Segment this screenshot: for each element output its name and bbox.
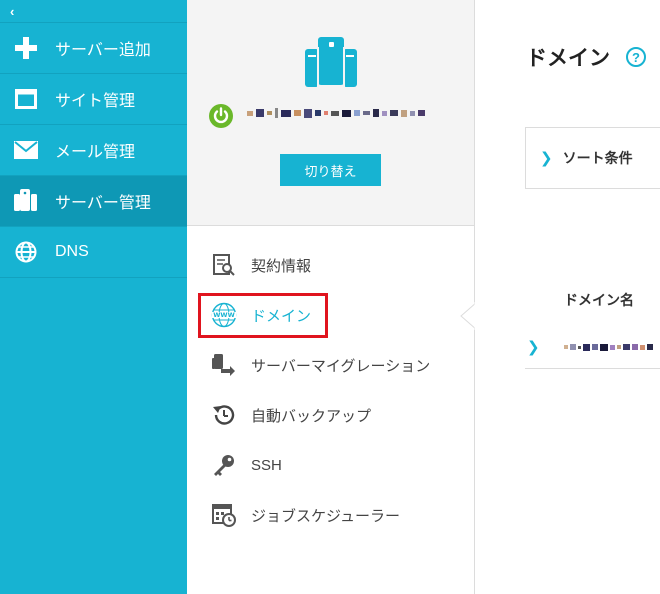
switch-server-button[interactable]: 切り替え [280, 154, 381, 186]
page-title-text: ドメイン [526, 47, 610, 70]
server-icon [13, 188, 39, 214]
window-icon [13, 86, 39, 112]
menu-item-label: ドメイン [251, 307, 312, 325]
sidebar-item-label: サーバー管理 [55, 195, 151, 212]
menu-item-label: サーバーマイグレーション [251, 357, 431, 375]
chevron-left-icon: ‹ [10, 3, 15, 19]
domain-name-redacted [563, 343, 653, 351]
sidebar-item-site-management[interactable]: サイト管理 [0, 74, 187, 125]
column-header-domain-name[interactable]: ドメイン名 [564, 290, 634, 310]
sidebar-item-label: サイト管理 [55, 93, 136, 110]
table-row[interactable]: ❯ [525, 326, 660, 369]
mail-icon [13, 137, 39, 163]
server-menu: 契約情報 WWW ドメイン サーバーマイグレーション 自動バックアップ SSH [187, 240, 475, 540]
server-large-icon [305, 37, 357, 87]
sidebar-item-label: DNS [55, 243, 89, 260]
chevron-right-icon: ❯ [540, 150, 553, 167]
menu-item-server-migration[interactable]: サーバーマイグレーション [187, 340, 475, 390]
sidebar-item-server-management[interactable]: サーバー管理 [0, 176, 187, 227]
calendar-clock-icon [211, 502, 237, 528]
menu-item-label: SSH [251, 456, 282, 474]
help-icon[interactable]: ? [626, 47, 646, 67]
globe-icon [13, 239, 39, 265]
plus-icon [13, 35, 39, 61]
backup-clock-icon [211, 402, 237, 428]
page-title: ドメイン ? [526, 42, 646, 72]
server-menu-panel: 切り替え 契約情報 WWW ドメイン サーバーマイグレーション 自動バックアップ [187, 0, 475, 594]
server-name-redacted [247, 108, 425, 118]
menu-item-label: 自動バックアップ [251, 407, 372, 425]
chevron-right-icon[interactable]: ❯ [527, 338, 540, 356]
server-summary: 切り替え [187, 0, 474, 226]
menu-item-contract-info[interactable]: 契約情報 [187, 240, 475, 290]
svg-text:WWW: WWW [213, 311, 235, 319]
sidebar-collapse-button[interactable]: ‹ [0, 0, 187, 23]
sidebar-item-label: メール管理 [55, 144, 136, 161]
www-icon: WWW [211, 302, 237, 328]
menu-item-label: ジョブスケジューラー [251, 507, 400, 525]
sort-label: ソート条件 [562, 150, 633, 166]
key-icon [211, 452, 237, 478]
power-status-icon [209, 104, 233, 128]
sidebar: ‹ サーバー追加 サイト管理 メール管理 サーバー管理 DNS [0, 0, 187, 594]
menu-item-domain[interactable]: WWW ドメイン [187, 290, 475, 340]
main-content: ドメイン ? ❯ ソート条件 ドメイン名 ❯ [476, 0, 660, 594]
menu-item-job-scheduler[interactable]: ジョブスケジューラー [187, 490, 475, 540]
migration-icon [211, 352, 237, 378]
sidebar-item-add-server[interactable]: サーバー追加 [0, 23, 187, 74]
sort-conditions-toggle[interactable]: ❯ ソート条件 [525, 127, 660, 189]
menu-item-ssh[interactable]: SSH [187, 440, 475, 490]
active-menu-pointer [460, 302, 477, 330]
contract-icon [211, 252, 237, 278]
menu-item-label: 契約情報 [251, 257, 312, 275]
sidebar-item-dns[interactable]: DNS [0, 227, 187, 278]
sidebar-item-label: サーバー追加 [55, 42, 151, 59]
sidebar-item-mail-management[interactable]: メール管理 [0, 125, 187, 176]
menu-item-auto-backup[interactable]: 自動バックアップ [187, 390, 475, 440]
